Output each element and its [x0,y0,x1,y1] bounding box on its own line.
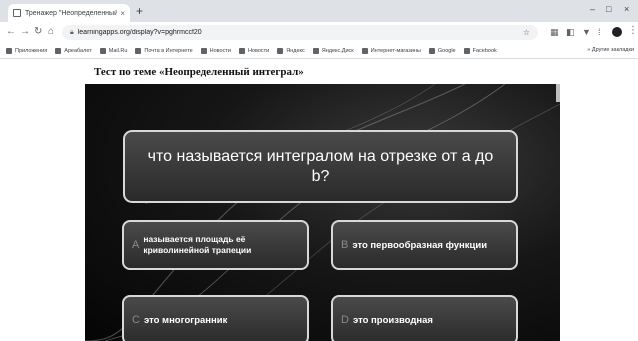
bookmark-star-icon[interactable]: ☆ [523,28,530,37]
page-favicon-icon [13,9,21,17]
bookmark-item[interactable]: Ареабалет [55,47,92,54]
profile-avatar[interactable] [612,27,622,37]
address-bar[interactable]: 🔒︎ learningapps.org/display?v=pghrmccf20… [62,25,538,40]
other-bookmarks[interactable]: » Другие закладки [587,47,634,53]
question-card: что называется интегралом на отрезке от … [123,130,518,203]
browser-toolbar: ← → ↻ ⌂ 🔒︎ learningapps.org/display?v=pg… [0,22,638,43]
minimize-button[interactable]: – [590,3,595,15]
bookmark-label: Приложения [15,47,48,54]
bookmark-favicon-icon [463,47,470,54]
bookmark-label: Facebook [472,47,497,54]
page-title: Тест по теме «Неопределенный интеграл» [94,66,304,78]
bookmark-item[interactable]: Mail.Ru [99,47,128,54]
home-icon[interactable]: ⌂ [48,26,54,38]
bookmark-label: Новости [209,47,231,54]
answer-text: называется площадь её криволинейной трап… [143,234,252,255]
bookmark-item[interactable]: Новости [200,47,231,54]
answer-option-b[interactable]: B это первообразная функции [331,220,518,270]
extension-icon[interactable]: ◧ [566,26,575,38]
bookmark-label: Почта в Интернете [144,47,193,54]
maximize-button[interactable]: □ [606,3,611,15]
answer-letter: C [132,314,140,326]
bookmark-item[interactable]: Яндекс [277,47,305,54]
browser-menu-icon[interactable]: ⋮ [628,25,638,36]
bookmark-label: Google [437,47,456,54]
reload-icon[interactable]: ↻ [34,26,42,38]
bookmark-item[interactable]: Приложения [6,47,48,54]
back-arrow-icon[interactable]: ← [6,26,16,38]
bookmark-item[interactable]: Яндекс.Диск [312,47,354,54]
bookmark-favicon-icon [200,47,207,54]
bookmark-label: Mail.Ru [108,47,128,54]
address-url: learningapps.org/display?v=pghrmccf20 [77,29,202,36]
bookmark-label: Интернет-магазины [370,47,421,54]
answer-option-d[interactable]: D это производная [331,295,518,341]
answer-option-c[interactable]: C это многогранник [122,295,309,341]
bookmark-item[interactable]: Почта в Интернете [135,47,193,54]
answer-text: это многогранник [143,314,228,326]
extension-icon[interactable]: ▦ [550,26,559,38]
bookmark-label: Яндекс.Диск [321,47,354,54]
answer-letter: A [132,239,140,251]
scrollbar-thumb[interactable] [556,84,560,102]
bookmark-item[interactable]: Facebook [463,47,497,54]
bookmark-favicon-icon [238,47,245,54]
extension-icon[interactable]: ▼ [582,26,591,38]
bookmark-label: Яндекс [286,47,305,54]
extension-icon[interactable]: ⁞ [598,26,601,38]
bookmark-favicon-icon [312,47,319,54]
bookmark-label: Ареабалет [64,47,92,54]
bookmark-favicon-icon [277,47,284,54]
bookmark-favicon-icon [135,47,142,54]
answer-text: это производная [352,314,433,326]
new-tab-button[interactable]: + [136,4,143,18]
tab-title: Тренажер "Неопределенный… [25,9,118,17]
bookmark-favicon-icon [361,47,368,54]
answer-letter: D [341,314,349,326]
answer-letter: B [341,239,349,251]
lock-icon: 🔒︎ [70,28,74,36]
bookmark-item[interactable]: Интернет-магазины [361,47,421,54]
close-window-button[interactable]: × [624,3,629,15]
tab-strip: Тренажер "Неопределенный… × + – □ × [0,0,638,22]
answer-option-a[interactable]: A называется площадь её криволинейной тр… [122,220,309,270]
bookmarks-bar: Приложения Ареабалет Mail.Ru Почта в Инт… [0,43,638,59]
bookmark-item[interactable]: Google [428,47,456,54]
apps-grid-icon [6,47,12,54]
browser-tab[interactable]: Тренажер "Неопределенный… × [8,4,130,22]
tab-close-icon[interactable]: × [120,9,125,18]
bookmark-favicon-icon [428,47,435,54]
question-text: что называется интегралом на отрезке от … [147,147,494,185]
forward-arrow-icon[interactable]: → [20,26,30,38]
bookmark-favicon-icon [55,47,62,54]
bookmark-label: Новости [247,47,270,54]
answer-text: это первообразная функции [352,239,488,251]
bookmark-favicon-icon [99,47,106,54]
bookmark-item[interactable]: Новости [238,47,270,54]
